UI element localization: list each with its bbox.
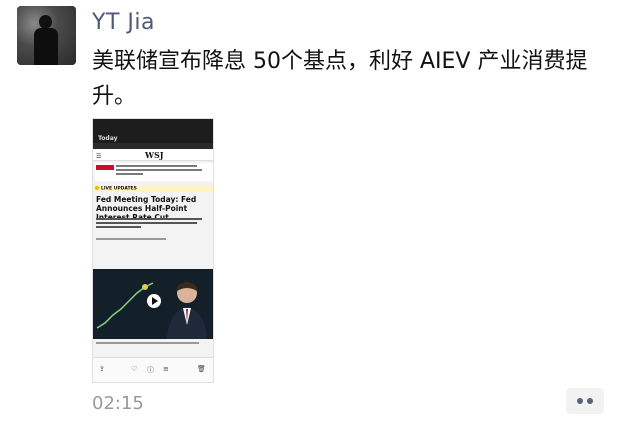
info-icon: ⓘ	[147, 366, 154, 374]
screenshot-video	[93, 269, 213, 339]
screenshot-masthead: WSJ	[145, 150, 164, 160]
screenshot-breaking-banner	[95, 163, 213, 181]
screenshot-dek	[96, 218, 208, 230]
avatar[interactable]	[17, 6, 76, 65]
breaking-tag	[96, 165, 114, 170]
ellipsis-icon-dot	[587, 398, 593, 404]
screenshot-updated-line	[96, 238, 166, 240]
breaking-text	[116, 165, 206, 177]
screenshot-caption	[96, 342, 208, 346]
live-updates-label: LIVE UPDATES	[95, 186, 137, 192]
live-dot-icon	[95, 186, 99, 190]
play-icon	[147, 294, 161, 308]
text-size-icon: ≡	[163, 365, 169, 373]
video-person	[167, 282, 207, 339]
attached-screenshot[interactable]: Today ☰ WSJ LIVE UPDATES Fed Meeting Tod…	[92, 118, 214, 383]
live-updates-text: LIVE UPDATES	[101, 186, 137, 192]
ellipsis-icon	[577, 398, 583, 404]
post-time: 02:15	[92, 393, 144, 414]
more-options-button[interactable]	[566, 388, 604, 414]
heart-icon: ♡	[131, 365, 138, 373]
screenshot-toolbar: ⇪ ♡ ⓘ ≡ 🗑	[93, 357, 213, 382]
avatar-figure-head	[39, 15, 52, 29]
share-icon: ⇪	[99, 365, 105, 373]
menu-icon: ☰	[96, 153, 102, 160]
video-chart-graphic	[96, 282, 154, 329]
screenshot-today-label: Today	[98, 135, 118, 142]
author-name[interactable]: YT Jia	[92, 10, 155, 35]
avatar-figure-body	[34, 28, 58, 65]
trash-icon: 🗑	[197, 365, 206, 373]
post-text: 美联储宣布降息 50个基点，利好 AIEV 产业消费提升。	[92, 49, 588, 109]
